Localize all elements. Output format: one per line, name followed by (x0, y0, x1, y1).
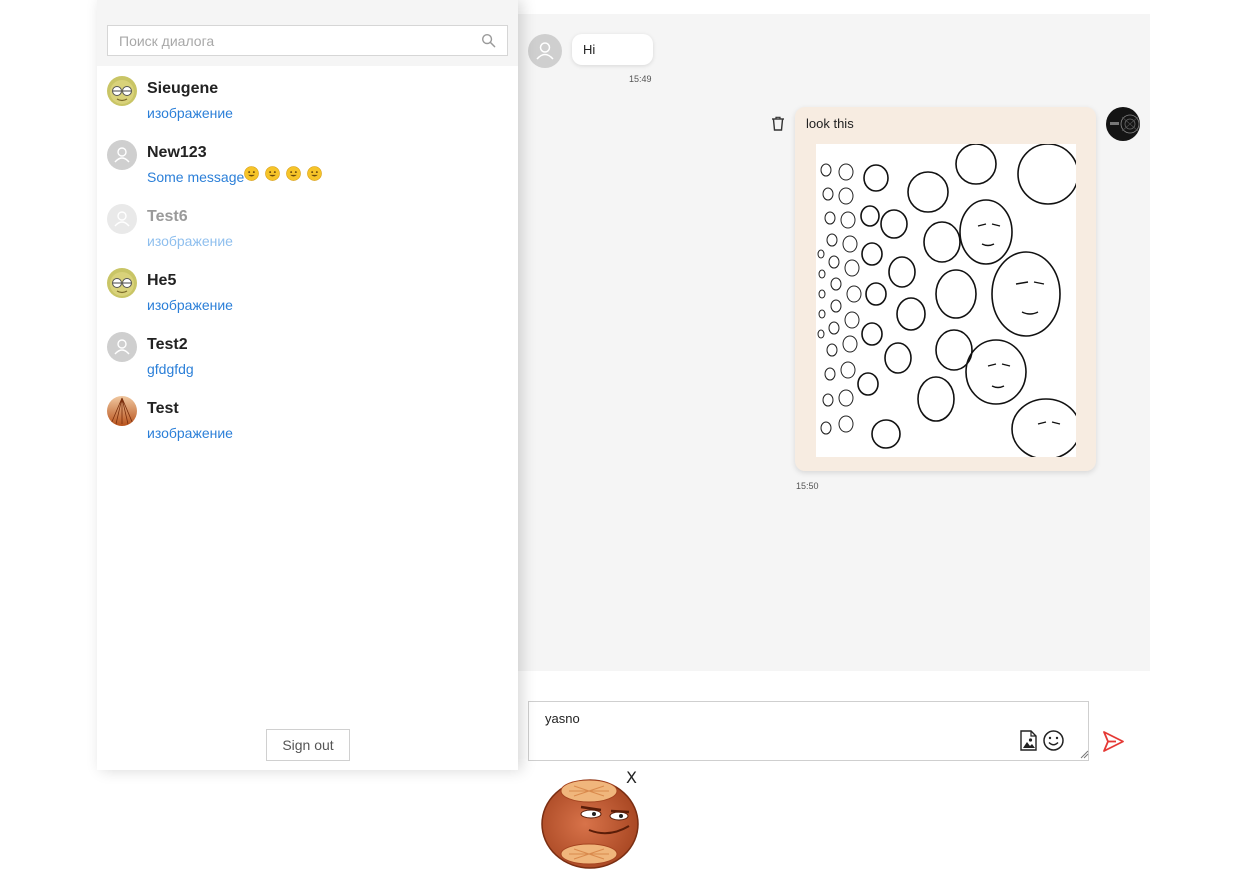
dialog-last-message: Some message (147, 166, 323, 185)
dialog-item[interactable]: Test2 gfdgfdg (97, 322, 518, 386)
dialog-last-message: gfdgfdg (147, 361, 194, 377)
dialog-name: New123 (147, 144, 207, 161)
grinning-emoji-icon (244, 166, 260, 181)
grinning-emoji-icon (307, 166, 323, 181)
dialog-item[interactable]: Test6 изображение (97, 194, 518, 258)
avatar (107, 76, 137, 106)
dialog-item[interactable]: He5 изображение (97, 258, 518, 322)
message-time: 15:50 (796, 481, 819, 491)
attach-file-icon[interactable] (1020, 730, 1037, 751)
dialog-item[interactable]: New123 Some message (97, 130, 518, 194)
emoji-picker-icon[interactable] (1043, 730, 1064, 751)
emoji-group (244, 166, 323, 181)
trash-icon[interactable] (771, 116, 785, 131)
message-input[interactable] (528, 701, 1089, 761)
sticker-preview (539, 776, 641, 870)
dialog-last-message: изображение (147, 233, 233, 249)
search-icon[interactable] (481, 33, 496, 48)
default-user-avatar (107, 332, 137, 362)
message-image[interactable] (816, 144, 1076, 457)
dialog-last-message: изображение (147, 425, 233, 441)
incoming-message: Hi (572, 34, 653, 65)
sign-out-button[interactable]: Sign out (266, 729, 350, 761)
dialog-name: He5 (147, 272, 177, 289)
message-list: Hi 15:49 look this 15:50 (518, 14, 1150, 671)
dialog-item[interactable]: Test изображение (97, 386, 518, 450)
grinning-emoji-icon (286, 166, 302, 181)
dialogs-sidebar: Sieugene изображение New123 Some message (97, 0, 518, 770)
search-box (107, 25, 508, 56)
message-time: 15:49 (629, 74, 652, 84)
grinning-emoji-icon (265, 166, 281, 181)
dialog-name: Sieugene (147, 80, 219, 97)
remove-sticker-button[interactable]: X (626, 770, 640, 786)
dialog-name: Test (147, 400, 179, 417)
search-input[interactable] (108, 26, 478, 55)
default-user-avatar (107, 204, 137, 234)
avatar (107, 396, 137, 426)
search-bar (97, 0, 518, 66)
dialog-list: Sieugene изображение New123 Some message (97, 66, 518, 450)
dialog-last-message: изображение (147, 105, 233, 121)
dialog-name: Test2 (147, 336, 188, 353)
dialog-name: Test6 (147, 208, 188, 225)
default-user-avatar (528, 34, 562, 68)
message-composer (518, 671, 1150, 770)
outgoing-message: look this (795, 107, 1096, 471)
default-user-avatar (107, 140, 137, 170)
avatar (1106, 107, 1140, 141)
message-text: look this (806, 116, 854, 131)
dialog-item[interactable]: Sieugene изображение (97, 66, 518, 130)
send-icon[interactable] (1102, 730, 1125, 753)
message-text: Hi (583, 42, 596, 57)
dialog-last-message: изображение (147, 297, 233, 313)
avatar (107, 268, 137, 298)
chat-header (518, 0, 1150, 14)
